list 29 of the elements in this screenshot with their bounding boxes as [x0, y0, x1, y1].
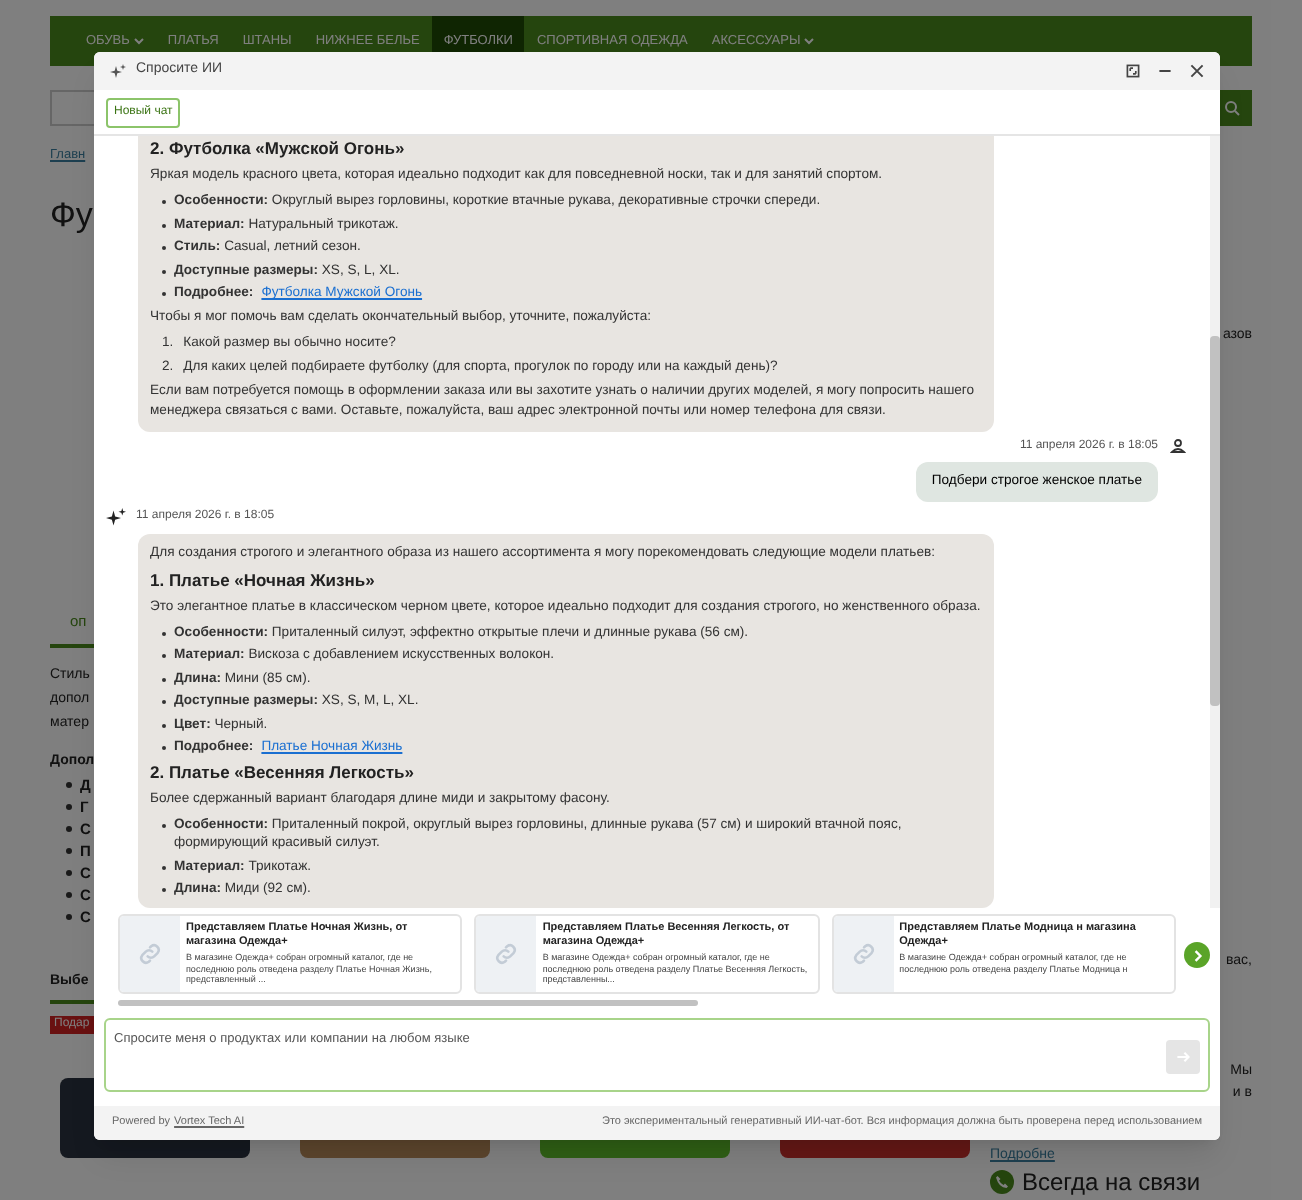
bullet-icon	[66, 847, 72, 853]
search-icon	[1224, 100, 1240, 116]
answer-heading: 2. Платье «Весенняя Легкость»	[150, 762, 416, 785]
arrow-right-icon	[1176, 1050, 1190, 1064]
expand-icon[interactable]	[1126, 64, 1140, 78]
bullet-icon	[66, 891, 72, 897]
link-icon	[136, 940, 164, 968]
bullet-icon	[66, 803, 72, 809]
scrollbar[interactable]	[1210, 136, 1220, 908]
phone-icon	[990, 1170, 1014, 1194]
answer-heading: 1. Платье «Ночная Жизнь»	[150, 569, 377, 592]
bullet-icon	[66, 869, 72, 875]
minimize-icon[interactable]	[1158, 64, 1172, 78]
sparkle-icon	[106, 507, 126, 528]
next-button[interactable]	[1184, 942, 1210, 968]
sparkle-icon	[110, 63, 126, 79]
link-icon	[492, 940, 521, 968]
page-heading: Фу	[50, 193, 93, 238]
close-icon[interactable]	[1190, 64, 1204, 78]
contact-heading: Всегда на связи	[1022, 1166, 1201, 1200]
bullet-icon	[66, 825, 72, 831]
link-icon	[849, 940, 878, 968]
chevron-down-icon	[133, 36, 144, 46]
bullet-icon	[66, 781, 72, 787]
answer-heading: 2. Футболка «Мужской Огонь»	[150, 138, 407, 160]
bullet-icon	[66, 913, 72, 919]
chevron-right-icon	[1191, 949, 1203, 961]
user-icon	[1170, 438, 1186, 454]
chevron-down-icon	[804, 36, 815, 46]
